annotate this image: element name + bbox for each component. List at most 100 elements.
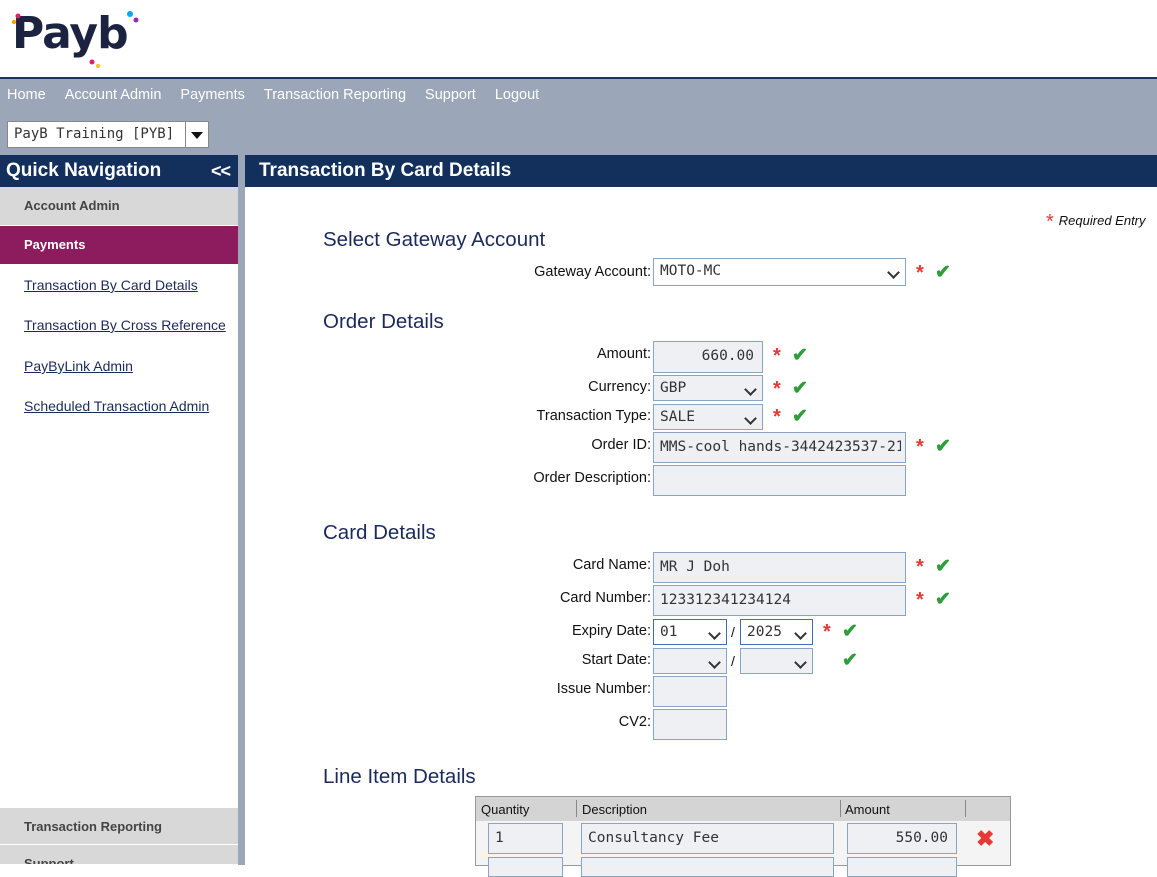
required-star-icon: * (823, 621, 831, 643)
payb-logo: Payb (12, 6, 152, 68)
column-separator (840, 800, 841, 817)
amount-label: Amount: (597, 346, 651, 362)
sidebar-section-account-admin[interactable]: Account Admin (0, 187, 238, 226)
order-description-label: Order Description: (533, 470, 651, 486)
card-number-input[interactable]: 123312341234124 (653, 585, 906, 616)
page-header: Transaction By Card Details (245, 155, 1157, 187)
nav-account-admin[interactable]: Account Admin (65, 87, 162, 103)
column-quantity: Quantity (481, 802, 530, 817)
required-star-icon: * (916, 589, 924, 611)
chevron-down-icon (744, 383, 757, 396)
column-separator (576, 800, 577, 817)
required-star-icon: * (773, 345, 781, 367)
issue-number-input[interactable] (653, 676, 727, 707)
card-number-label: Card Number: (559, 590, 651, 606)
valid-check-icon: ✔ (792, 406, 808, 427)
gateway-account-value: MOTO-MC (660, 263, 722, 279)
required-entry-text: Required Entry (1058, 213, 1146, 228)
start-year-select[interactable] (740, 648, 813, 674)
sidebar-section-label: Transaction Reporting (24, 819, 162, 834)
column-description: Description (582, 802, 648, 817)
valid-check-icon: ✔ (935, 262, 951, 283)
chevron-down-icon (708, 656, 721, 669)
logo-dots-icon (12, 11, 139, 68)
line-amount-input[interactable] (847, 857, 957, 877)
sidebar-link-scheduled-transaction-admin[interactable]: Scheduled Transaction Admin (24, 398, 209, 414)
sidebar-divider (238, 155, 245, 865)
required-star-icon: * (916, 436, 924, 458)
merchant-select-value: PayB Training [PYB] (14, 126, 175, 142)
sidebar-section-payments[interactable]: Payments (0, 226, 238, 264)
sidebar-link-transaction-by-card-details[interactable]: Transaction By Card Details (24, 277, 198, 293)
card-name-value: MR J Doh (660, 559, 730, 575)
card-name-label: Card Name: (572, 557, 651, 573)
expiry-month-value: 01 (660, 624, 678, 640)
required-star-icon: * (1046, 211, 1054, 233)
nav-home[interactable]: Home (7, 87, 46, 103)
quick-navigation-header: Quick Navigation << (0, 155, 238, 187)
currency-select[interactable]: GBP (653, 375, 763, 401)
transaction-type-select[interactable]: SALE (653, 404, 763, 430)
valid-check-icon: ✔ (935, 556, 951, 577)
transaction-type-value: SALE (660, 409, 695, 425)
sidebar-link-transaction-by-cross-reference[interactable]: Transaction By Cross Reference (24, 317, 226, 333)
issue-number-label: Issue Number: (556, 681, 651, 697)
sidebar-link-paybylink-admin[interactable]: PayByLink Admin (24, 358, 133, 374)
expiry-month-select[interactable]: 01 (653, 619, 727, 645)
section-line-item-details: Line Item Details (323, 765, 476, 788)
start-date-label: Start Date: (581, 652, 651, 668)
line-quantity-input[interactable]: 1 (488, 823, 563, 854)
collapse-sidebar-icon[interactable]: << (211, 161, 231, 182)
line-description-value: Consultancy Fee (588, 830, 719, 846)
nav-payments[interactable]: Payments (180, 87, 244, 103)
line-amount-input[interactable]: 550.00 (847, 823, 957, 854)
table-header: Quantity Description Amount (476, 797, 1010, 821)
delete-line-icon[interactable]: ✖ (976, 826, 994, 852)
date-separator: / (731, 653, 735, 669)
nav-logout[interactable]: Logout (495, 87, 539, 103)
cv2-label: CV2: (618, 714, 651, 730)
currency-label: Currency: (588, 379, 651, 395)
section-select-gateway-account: Select Gateway Account (323, 228, 546, 251)
valid-check-icon: ✔ (842, 650, 858, 671)
valid-check-icon: ✔ (842, 621, 858, 642)
required-entry-legend: * Required Entry (1046, 208, 1146, 233)
expiry-year-value: 2025 (747, 624, 782, 640)
nav-support[interactable]: Support (425, 87, 476, 103)
dropdown-arrow-icon[interactable] (185, 122, 208, 147)
cv2-input[interactable] (653, 709, 727, 740)
start-month-select[interactable] (653, 648, 727, 674)
merchant-select[interactable]: PayB Training [PYB] (7, 121, 209, 148)
card-number-value: 123312341234124 (660, 592, 791, 608)
sidebar-section-transaction-reporting[interactable]: Transaction Reporting (0, 808, 238, 845)
required-star-icon: * (773, 378, 781, 400)
nav-transaction-reporting[interactable]: Transaction Reporting (264, 87, 406, 103)
chevron-down-icon (744, 412, 757, 425)
order-description-input[interactable] (653, 465, 906, 496)
valid-check-icon: ✔ (935, 436, 951, 457)
required-star-icon: * (916, 556, 924, 578)
section-card-details: Card Details (323, 521, 436, 544)
main-nav: Home Account Admin Payments Transaction … (7, 87, 539, 103)
expiry-date-label: Expiry Date: (572, 623, 651, 639)
order-id-input[interactable]: MMS-cool hands-3442423537-21080 (653, 432, 906, 463)
required-star-icon: * (916, 262, 924, 284)
gateway-account-select[interactable]: MOTO-MC (653, 258, 906, 286)
order-id-value: MMS-cool hands-3442423537-21080 (660, 439, 901, 455)
card-name-input[interactable]: MR J Doh (653, 552, 906, 583)
amount-input[interactable]: 660.00 (653, 341, 763, 373)
line-quantity-value: 1 (495, 830, 504, 846)
sidebar-section-label: Payments (24, 237, 86, 252)
page-title: Transaction By Card Details (259, 160, 512, 181)
chevron-down-icon (794, 627, 807, 640)
currency-value: GBP (660, 380, 687, 396)
line-description-input[interactable] (581, 857, 834, 877)
gateway-account-label: Gateway Account: (534, 264, 651, 280)
expiry-year-select[interactable]: 2025 (740, 619, 813, 645)
line-quantity-input[interactable] (488, 857, 563, 877)
sidebar-section-support[interactable]: Support (0, 845, 238, 865)
column-amount: Amount (845, 802, 890, 817)
chevron-down-icon (708, 627, 721, 640)
valid-check-icon: ✔ (792, 345, 808, 366)
line-description-input[interactable]: Consultancy Fee (581, 823, 834, 854)
